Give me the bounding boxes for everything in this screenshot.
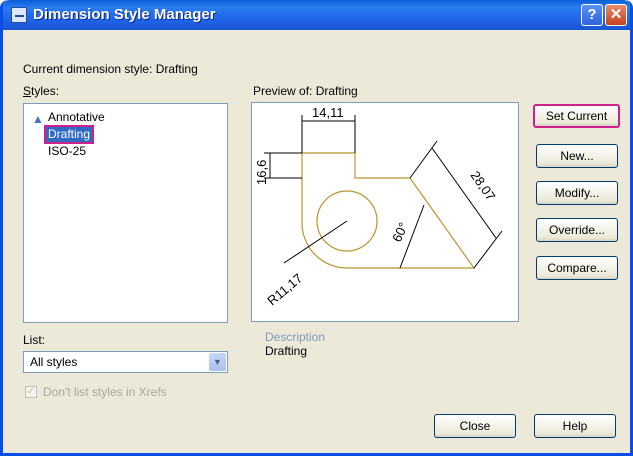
ext-line-diag-bottom <box>473 230 503 269</box>
dim-text-top: 14,11 <box>312 105 344 120</box>
dim-text-radius: R11,17 <box>264 270 305 308</box>
preview-label: Preview of: Drafting <box>253 84 358 98</box>
list-dropdown-value: All styles <box>30 355 78 369</box>
window-title: Dimension Style Manager <box>33 6 216 23</box>
override-button[interactable]: Override... <box>536 218 618 242</box>
close-button[interactable]: Close <box>434 414 516 438</box>
style-item-drafting[interactable]: Drafting <box>43 125 95 144</box>
dont-list-xrefs-label: Don't list styles in Xrefs <box>43 385 167 399</box>
compare-button[interactable]: Compare... <box>536 256 618 280</box>
current-style-label: Current dimension style: Drafting <box>23 62 198 76</box>
preview-drawing: 14,11 16,6 28,07 60° R11,17 <box>254 105 503 308</box>
dim-text-left: 16,6 <box>254 160 269 185</box>
title-bar[interactable]: Dimension Style Manager ? ✕ <box>3 0 630 30</box>
dim-text-diag: 28,07 <box>468 168 499 203</box>
preview-pane: 14,11 16,6 28,07 60° R11,17 <box>251 102 519 322</box>
dim-text-angle: 60° <box>389 220 411 244</box>
description-label: Description <box>265 330 326 344</box>
help-button[interactable]: Help <box>534 414 616 438</box>
style-item-iso-25[interactable]: ISO-25 <box>46 144 88 159</box>
style-item-annotative[interactable]: Annotative <box>46 110 107 125</box>
list-dropdown[interactable]: All styles ▼ <box>23 351 228 373</box>
description-value: Drafting <box>265 344 308 358</box>
radius-leader <box>283 220 348 264</box>
annotative-icon: ▲ <box>32 112 44 126</box>
titlebar-help-button[interactable]: ? <box>581 4 603 26</box>
dimension-style-manager-window: Dimension Style Manager ? ✕ Current dime… <box>0 0 633 456</box>
list-label: List: <box>23 333 46 347</box>
chevron-down-icon[interactable]: ▼ <box>209 353 226 371</box>
set-current-button[interactable]: Set Current <box>533 104 620 128</box>
dont-list-xrefs-checkbox[interactable]: ✓ <box>25 386 37 398</box>
new-button[interactable]: New... <box>536 144 618 168</box>
styles-label: Styles: <box>23 84 60 98</box>
ext-line-diag-top <box>409 140 438 179</box>
styles-listbox[interactable]: ▲ Annotative Drafting ISO-25 <box>23 103 228 323</box>
styles-label-rest: tyles: <box>31 84 60 98</box>
app-icon <box>11 7 27 23</box>
titlebar-close-button[interactable]: ✕ <box>605 4 627 26</box>
modify-button[interactable]: Modify... <box>536 181 618 205</box>
